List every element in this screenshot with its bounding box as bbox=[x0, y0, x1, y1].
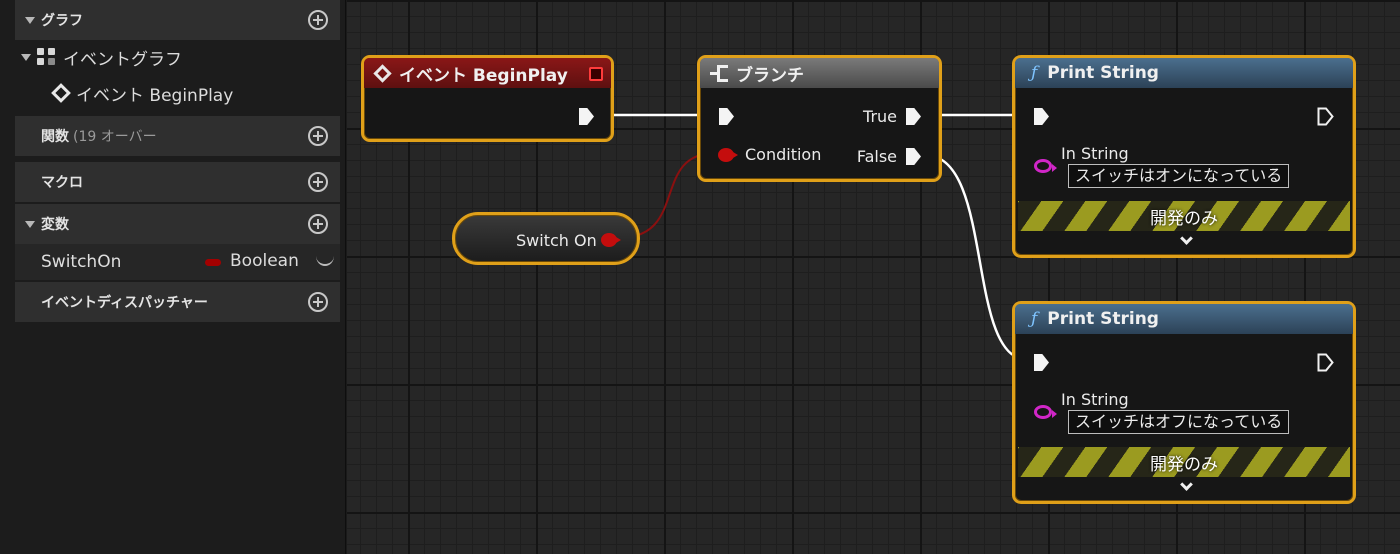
event-graph-icon bbox=[37, 48, 57, 66]
node-get-switchon[interactable]: Switch On bbox=[452, 212, 640, 265]
collapse-arrow-icon[interactable] bbox=[25, 16, 35, 24]
exec-false-pin[interactable] bbox=[906, 148, 921, 165]
section-functions[interactable]: 関数 (19 オーバー bbox=[15, 116, 340, 156]
variable-type[interactable]: Boolean bbox=[230, 251, 299, 271]
variable-name: SwitchOn bbox=[41, 252, 122, 272]
in-string-pin[interactable] bbox=[1034, 405, 1057, 419]
section-macros[interactable]: マクロ bbox=[15, 162, 340, 202]
add-variable-button[interactable] bbox=[308, 214, 328, 234]
development-only-label: 開発のみ bbox=[1150, 455, 1218, 475]
development-only-banner: 開発のみ bbox=[1018, 447, 1350, 477]
node-print-string-off[interactable]: ƒ Print String In String スイッチはオフになっている 開… bbox=[1012, 301, 1356, 504]
event-diamond-icon bbox=[373, 63, 392, 83]
add-graph-button[interactable] bbox=[308, 10, 328, 30]
node-header[interactable]: ƒ Print String bbox=[1015, 58, 1353, 88]
in-string-pin[interactable] bbox=[1034, 159, 1057, 173]
development-only-banner: 開発のみ bbox=[1018, 201, 1350, 231]
node-event-beginplay[interactable]: イベント BeginPlay bbox=[361, 55, 614, 142]
visibility-eye-icon[interactable] bbox=[316, 256, 334, 266]
function-icon: ƒ bbox=[1031, 309, 1038, 329]
section-event-dispatchers[interactable]: イベントディスパッチャー bbox=[15, 282, 340, 322]
node-title: ブランチ bbox=[736, 65, 804, 86]
exec-out-pin-unconnected-icon[interactable] bbox=[1317, 107, 1334, 126]
add-macro-button[interactable] bbox=[308, 172, 328, 192]
functions-override-count: (19 オーバー bbox=[73, 129, 157, 145]
add-dispatcher-button[interactable] bbox=[308, 292, 328, 312]
node-title: Print String bbox=[1047, 63, 1159, 83]
branch-icon bbox=[710, 64, 728, 82]
exec-in-pin[interactable] bbox=[1034, 354, 1049, 371]
exec-out-pin[interactable] bbox=[579, 108, 594, 125]
delegate-pin-icon[interactable] bbox=[589, 67, 603, 81]
true-pin-label: True bbox=[863, 107, 897, 126]
expand-arrow-icon[interactable] bbox=[21, 53, 31, 61]
variable-row[interactable]: SwitchOn Boolean bbox=[15, 244, 340, 280]
event-graph-label: イベントグラフ bbox=[63, 49, 182, 70]
section-dispatchers-label: イベントディスパッチャー bbox=[41, 295, 208, 311]
node-branch[interactable]: ブランチ True Condition False bbox=[697, 55, 942, 182]
section-variables-label: 変数 bbox=[41, 217, 69, 233]
node-print-string-on[interactable]: ƒ Print String In String スイッチはオンになっている 開… bbox=[1012, 55, 1356, 258]
expand-chevron-icon[interactable] bbox=[1180, 478, 1193, 491]
expand-chevron-icon[interactable] bbox=[1180, 232, 1193, 245]
function-icon: ƒ bbox=[1031, 63, 1038, 83]
condition-pin[interactable] bbox=[718, 148, 738, 162]
switchon-out-pin[interactable] bbox=[601, 233, 621, 247]
boolean-type-pill-icon[interactable] bbox=[205, 259, 221, 266]
section-functions-label: 関数 bbox=[41, 129, 69, 145]
add-function-button[interactable] bbox=[308, 126, 328, 146]
false-pin-label: False bbox=[856, 147, 897, 166]
tree-item-event-beginplay[interactable]: イベント BeginPlay bbox=[48, 76, 340, 110]
tree-item-event-graph[interactable]: イベントグラフ bbox=[15, 40, 340, 74]
section-macros-label: マクロ bbox=[41, 175, 83, 191]
section-graphs-label: グラフ bbox=[41, 13, 83, 29]
in-string-input[interactable]: スイッチはオンになっている bbox=[1068, 164, 1290, 188]
node-title: Print String bbox=[1047, 309, 1159, 329]
in-string-label: In String bbox=[1061, 390, 1129, 409]
exec-in-pin[interactable] bbox=[1034, 108, 1049, 125]
condition-pin-label: Condition bbox=[745, 145, 822, 164]
variable-get-label: Switch On bbox=[516, 231, 597, 250]
section-variables[interactable]: 変数 bbox=[15, 204, 340, 244]
node-header[interactable]: ƒ Print String bbox=[1015, 304, 1353, 334]
node-header[interactable]: イベント BeginPlay bbox=[364, 58, 611, 88]
in-string-label: In String bbox=[1061, 144, 1129, 163]
collapse-arrow-icon[interactable] bbox=[25, 220, 35, 228]
exec-in-pin[interactable] bbox=[719, 108, 734, 125]
event-diamond-icon bbox=[51, 83, 71, 103]
in-string-input[interactable]: スイッチはオフになっている bbox=[1068, 410, 1290, 434]
node-title: イベント BeginPlay bbox=[399, 65, 568, 86]
development-only-label: 開発のみ bbox=[1150, 209, 1218, 229]
section-graphs[interactable]: グラフ bbox=[15, 0, 340, 40]
exec-true-pin[interactable] bbox=[906, 108, 921, 125]
node-header[interactable]: ブランチ bbox=[700, 58, 939, 88]
my-blueprint-panel: グラフ イベントグラフ イベント BeginPlay 関数 (19 オーバー マ… bbox=[0, 0, 346, 554]
exec-out-pin-unconnected-icon[interactable] bbox=[1317, 353, 1334, 372]
event-beginplay-label: イベント BeginPlay bbox=[76, 85, 234, 106]
